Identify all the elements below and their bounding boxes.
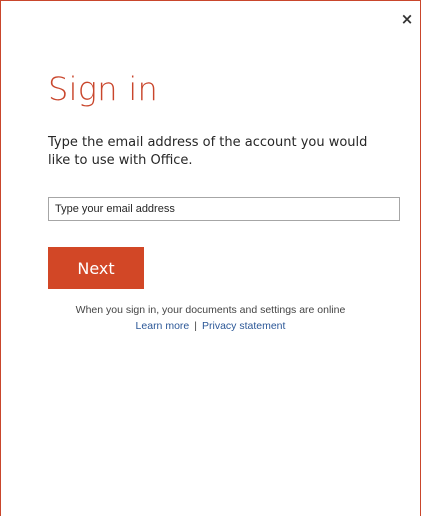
- sign-in-description: Type the email address of the account yo…: [48, 135, 368, 168]
- footer-links: Learn more | Privacy statement: [1, 318, 420, 334]
- learn-more-link[interactable]: Learn more: [136, 320, 190, 332]
- sign-in-dialog: × Sign in Type the email address of the …: [0, 0, 421, 516]
- link-separator: |: [194, 320, 197, 332]
- page-title: Sign in: [48, 70, 159, 108]
- close-icon[interactable]: ×: [398, 10, 416, 28]
- next-button[interactable]: Next: [48, 247, 144, 289]
- online-notice: When you sign in, your documents and set…: [75, 304, 346, 316]
- privacy-statement-link[interactable]: Privacy statement: [202, 320, 285, 332]
- footer: When you sign in, your documents and set…: [1, 302, 420, 334]
- email-field[interactable]: [48, 197, 400, 221]
